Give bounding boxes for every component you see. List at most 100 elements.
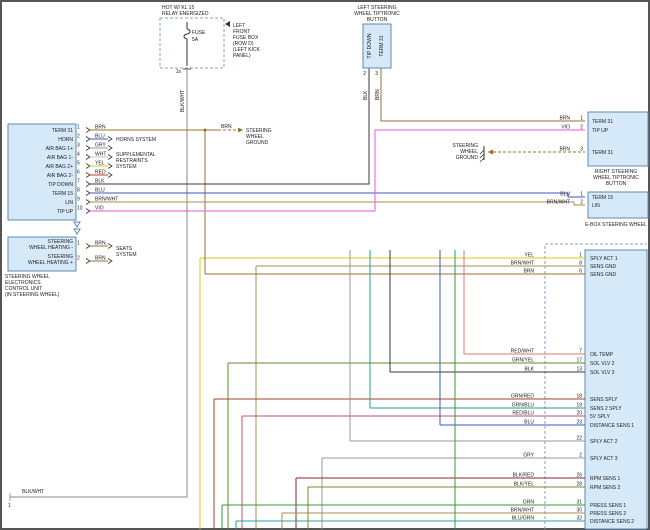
terminal-label: SOL VLV 2 (590, 361, 615, 367)
wire-color-label: BRN/WHT (511, 508, 534, 514)
wire-color-label: GRN/RED (511, 394, 534, 400)
terminal-label: TERM 31 (379, 35, 385, 56)
pin-number: 1s (176, 69, 182, 75)
wire-color-label: RED/BLU (512, 411, 534, 417)
page-bg (0, 0, 650, 530)
pin-number: 26 (576, 473, 582, 479)
wire-color-label: BLK/WHT (22, 489, 44, 495)
wire-color-label: BLU (560, 192, 570, 198)
terminal-label: PRESS SENS 1 (590, 503, 626, 509)
pin-number: 2 (77, 134, 80, 140)
wire-color-label: GRN/BLU (512, 403, 535, 409)
wire-color-label: BRN/WHT (547, 200, 570, 206)
pin-number: 31 (576, 500, 582, 506)
terminal-label: WHEEL HEATING - (29, 245, 73, 251)
pin-number: 1 (8, 503, 11, 509)
pin-number: 1 (580, 116, 583, 122)
fuse-label: FUSE (192, 30, 206, 36)
pin-number: 18 (576, 394, 582, 400)
fuse-location-note: PANEL) (233, 53, 251, 59)
pin-number: 20 (576, 411, 582, 417)
terminal-label: RPM SENS 1 (590, 476, 621, 482)
pin-number: 9 (77, 197, 80, 203)
pin-number: 7 (77, 179, 80, 185)
diagram-canvas: HOT W/ KL 15RELAY ENERGIZEDFUSE5ALEFTFRO… (0, 0, 650, 530)
pin-number: 2 (363, 71, 366, 77)
wire-color-label: GRY (523, 453, 534, 459)
wire-color-label: VIO (561, 125, 570, 131)
wire-color-label: BLK/YEL (514, 482, 535, 488)
wire-color-label: RED/WHT (511, 349, 534, 355)
wire-color-label: BLK (525, 367, 535, 373)
pin-number: 32 (576, 516, 582, 522)
wire-color-label: YEL (525, 253, 535, 259)
pin-number: 4 (77, 152, 80, 158)
wire-color-label: BRN (559, 116, 570, 122)
fuse-box-header: RELAY ENERGIZED (162, 11, 209, 17)
terminal-label: 5V SPLY (590, 414, 611, 420)
pin-number: 22 (576, 436, 582, 442)
terminal-label: SPLY ACT 3 (590, 456, 618, 462)
terminal-label: AIR BAG 1+ (46, 146, 73, 152)
wiring-diagram-page: HOT W/ KL 15RELAY ENERGIZEDFUSE5ALEFTFRO… (0, 0, 650, 530)
pin-number: 13 (576, 367, 582, 373)
terminal-label: TERM 31 (592, 150, 613, 156)
terminal-label: HORN (58, 137, 73, 143)
ground-label: GROUND (246, 140, 269, 146)
terminal-label: SENS 2 SPLY (590, 406, 622, 412)
system-ref-label: SYSTEM (116, 164, 137, 170)
terminal-label: DISTANCE SENS 2 (590, 519, 634, 525)
component-title: BUTTON (606, 181, 627, 187)
pin-number: 3 (375, 71, 378, 77)
pin-number: 2 (580, 125, 583, 131)
pin-number: 28 (576, 482, 582, 488)
wire-color-label: BRN/WHT (511, 261, 534, 267)
component-title: BUTTON (367, 17, 388, 23)
terminal-label: AIR BAG 2- (47, 173, 73, 179)
terminal-label: SPLY ACT 1 (590, 256, 618, 262)
terminal-label: SENS GND (590, 272, 617, 278)
terminal-label: LIN (592, 203, 600, 209)
pin-number: 5 (77, 161, 80, 167)
terminal-label: SPLY ACT 2 (590, 439, 618, 445)
terminal-label: AIR BAG 1- (47, 155, 73, 161)
terminal-label: DISTANCE SENS 1 (590, 423, 634, 429)
terminal-label: AIR BAG 2+ (46, 164, 73, 170)
wire-color-label: GRN/YEL (512, 358, 534, 364)
pin-number: 6 (77, 170, 80, 176)
terminal-label: TERM 31 (592, 119, 613, 125)
pin-number: 6 (579, 269, 582, 275)
terminal-label: TIP UP (592, 128, 609, 134)
pin-number: 23 (576, 420, 582, 426)
component-title: E-BOX STEERING WHEEL (585, 222, 647, 228)
terminal-label: SOL VLV 3 (590, 370, 615, 376)
pin-number: 1 (579, 253, 582, 259)
pin-number: 1 (580, 192, 583, 198)
pin-number: 2 (580, 200, 583, 206)
wire-color-label: BLK/WHT (180, 90, 186, 112)
wire-color-label: BLK/RED (513, 473, 535, 479)
terminal-label: OIL TEMP (590, 352, 614, 358)
pin-number: 19 (576, 403, 582, 409)
terminal-label: TERM 15 (52, 191, 73, 197)
pin-number: 8 (579, 261, 582, 267)
wire-color-label: BRN (221, 124, 232, 130)
terminal-label: RPM SENS 2 (590, 485, 621, 491)
ground-label: GROUND (456, 155, 479, 161)
terminal-label: TIP DOWN (367, 33, 373, 58)
terminal-label: TIP DOWN (48, 182, 73, 188)
system-ref-label: HORNS SYSTEM (116, 137, 156, 143)
pin-number: 1 (77, 241, 80, 247)
system-ref-label: SYSTEM (116, 252, 137, 258)
wire-color-label: GRN (523, 500, 535, 506)
terminal-label: PRESS SENS 2 (590, 511, 626, 517)
pin-number: 8 (77, 188, 80, 194)
wire-color-label: BLU/GRN (512, 516, 535, 522)
fuse-rating: 5A (192, 37, 199, 43)
wire-color-label: BLU (524, 420, 534, 426)
terminal-label: SENS SPLY (590, 397, 618, 403)
pin-number: 2 (77, 256, 80, 262)
wire-color-label: BRN (375, 89, 381, 100)
pin-number: 30 (576, 508, 582, 514)
wire-color-label: BRN (523, 269, 534, 275)
